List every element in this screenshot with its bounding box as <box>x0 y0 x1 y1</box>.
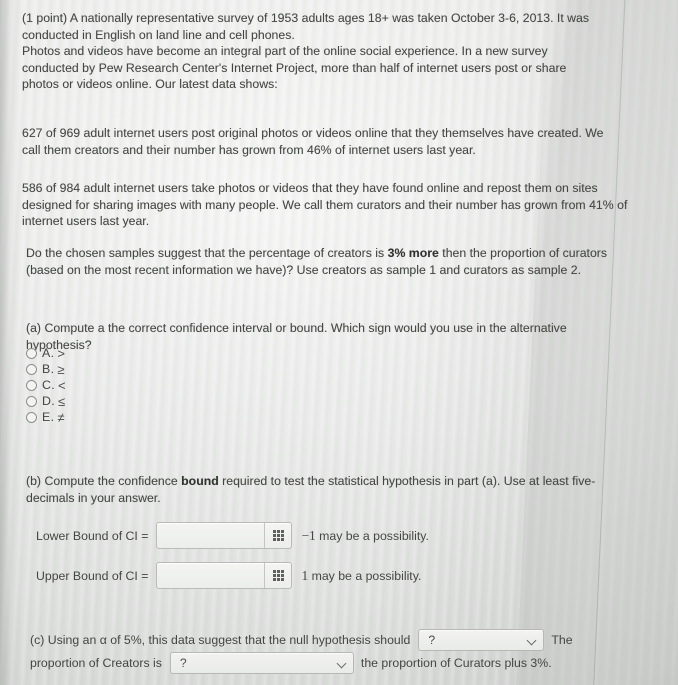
radio-icon-a[interactable] <box>26 347 37 359</box>
option-c[interactable]: C. < <box>26 377 66 393</box>
math-keypad-icon[interactable] <box>265 523 291 548</box>
option-e-symbol: ≠ <box>57 409 65 425</box>
curators-paragraph: 586 of 984 adult internet users take pho… <box>22 181 628 229</box>
chevron-down-icon <box>338 659 347 668</box>
points-label: (1 point) <box>22 11 68 25</box>
part-c-line2-leading: proportion of Creators is <box>30 656 162 670</box>
question-pre: Do the chosen samples suggest that the p… <box>26 246 388 260</box>
part-c-line-2: proportion of Creators is ? the proporti… <box>30 652 552 674</box>
option-d-letter: D. <box>42 394 55 408</box>
option-a-symbol: > <box>57 345 65 361</box>
radio-icon-c[interactable] <box>26 379 37 391</box>
lower-bound-hint: −1 may be a possibility. <box>301 528 428 544</box>
problem-content: (1 point) A nationally representative su… <box>0 0 678 685</box>
null-hypothesis-select-value: ? <box>428 633 436 647</box>
question-emphasis: 3% more <box>387 246 439 260</box>
intro-text-1: A nationally representative survey of 19… <box>22 11 590 42</box>
lower-bound-label: Lower Bound of CI = <box>36 528 149 543</box>
upper-bound-hint: 1 may be a possibility. <box>301 568 421 584</box>
question-paragraph: Do the chosen samples suggest that the p… <box>26 245 610 278</box>
intro-paragraph-2: Photos and videos have become an integra… <box>22 44 567 92</box>
lower-bound-hint-text: may be a possibility. <box>315 528 429 543</box>
part-b-prompt: (b) Compute the confidence bound require… <box>26 473 610 506</box>
part-a-options: A. > B. ≥ C. < D. ≤ E. ≠ <box>26 345 66 425</box>
lower-bound-row: Lower Bound of CI = −1 may be a possibil… <box>36 522 429 549</box>
comparison-select-value: ? <box>179 656 187 670</box>
intro-paragraph-1: (1 point) A nationally representative su… <box>22 10 630 43</box>
option-c-letter: C. <box>42 378 55 392</box>
upper-bound-input[interactable] <box>157 563 266 588</box>
part-a-prompt: (a) Compute a the correct confidence int… <box>26 321 567 352</box>
math-keypad-icon[interactable] <box>265 563 291 588</box>
option-d[interactable]: D. ≤ <box>26 393 66 409</box>
part-b-emphasis: bound <box>181 474 219 488</box>
upper-bound-label: Upper Bound of CI = <box>36 568 149 583</box>
lower-bound-input-group[interactable] <box>156 522 293 549</box>
radio-icon-e[interactable] <box>26 411 37 423</box>
option-b-letter: B. <box>42 362 55 376</box>
part-c-prompt: (c) Using an α of 5%, this data suggest … <box>30 633 411 647</box>
option-a-letter: A. <box>42 346 55 360</box>
upper-bound-row: Upper Bound of CI = 1 may be a possibili… <box>36 562 421 589</box>
option-a[interactable]: A. > <box>26 345 66 361</box>
option-b[interactable]: B. ≥ <box>26 361 66 377</box>
null-hypothesis-select[interactable]: ? <box>418 629 545 651</box>
chevron-down-icon <box>528 636 537 645</box>
lower-bound-hint-number: −1 <box>301 527 316 543</box>
part-b-pre: (b) Compute the confidence <box>26 474 182 488</box>
radio-icon-b[interactable] <box>26 363 37 375</box>
upper-bound-input-group[interactable] <box>156 562 293 589</box>
part-c-line2-trailing: the proportion of Curators plus 3%. <box>360 656 552 670</box>
screenshot-root: (1 point) A nationally representative su… <box>0 0 678 685</box>
creators-paragraph: 627 of 969 adult internet users post ori… <box>22 126 604 157</box>
part-c-line-1: (c) Using an α of 5%, this data suggest … <box>30 629 573 651</box>
option-e[interactable]: E. ≠ <box>26 409 66 425</box>
comparison-select[interactable]: ? <box>169 652 354 674</box>
option-d-symbol: ≤ <box>58 393 66 409</box>
option-c-symbol: < <box>58 377 66 393</box>
upper-bound-hint-text: may be a possibility. <box>308 568 422 583</box>
part-c-line1-trailing: The <box>551 633 573 647</box>
option-b-symbol: ≥ <box>57 361 65 377</box>
radio-icon-d[interactable] <box>26 395 37 407</box>
lower-bound-input[interactable] <box>157 523 266 548</box>
option-e-letter: E. <box>42 410 55 424</box>
